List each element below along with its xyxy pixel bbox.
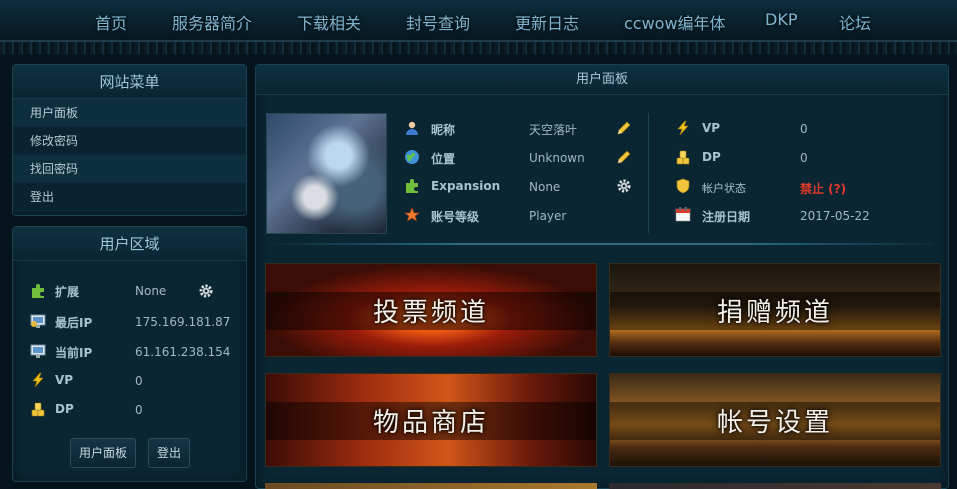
calendar-icon — [675, 207, 691, 222]
user-area-label-current-ip: 当前IP — [55, 346, 93, 360]
profile-label-expansion: Expansion — [431, 179, 501, 193]
vote-channel-label: 投票频道 — [372, 297, 489, 328]
coins-icon — [31, 402, 45, 417]
column-divider — [648, 113, 649, 233]
nav-changelog[interactable]: 更新日志 — [515, 10, 579, 34]
profile-value-vp: 0 — [800, 122, 808, 136]
edit-pencil-icon[interactable] — [616, 149, 632, 165]
user-area-value-last-ip: 175.169.181.87 — [135, 315, 231, 329]
nav-server-intro[interactable]: 服务器简介 — [172, 10, 252, 34]
partial-banner[interactable] — [265, 483, 597, 489]
donate-channel-label: 捐赠频道 — [716, 297, 833, 328]
profile-value-location: Unknown — [529, 151, 585, 165]
profile-value-expansion: None — [529, 180, 561, 194]
profile-label-location: 位置 — [431, 152, 456, 166]
decorative-strip — [0, 42, 957, 54]
puzzle-icon — [406, 179, 418, 193]
user-area-value-expansion: None — [135, 284, 167, 298]
nav-chronicle[interactable]: ccwow编年体 — [624, 10, 726, 34]
nav-forum[interactable]: 论坛 — [839, 10, 871, 34]
coins-icon — [676, 150, 690, 165]
item-shop-label: 物品商店 — [372, 407, 489, 438]
monitor-icon — [30, 344, 46, 358]
user-area-value-dp: 0 — [135, 403, 143, 417]
user-area-label-vp: VP — [55, 373, 74, 387]
lightning-icon — [677, 120, 689, 136]
puzzle-icon — [32, 284, 44, 298]
globe-icon — [405, 150, 419, 164]
user-area-value-vp: 0 — [135, 374, 143, 388]
site-menu-panel: 网站菜单 用户面板 修改密码 找回密码 登出 — [12, 64, 247, 216]
menu-item-logout[interactable]: 登出 — [13, 183, 246, 211]
user-icon — [406, 121, 418, 135]
user-area-value-current-ip: 61.161.238.154 — [135, 345, 231, 359]
user-area-title: 用户区域 — [13, 227, 246, 261]
account-settings-banner[interactable]: 帐号设置 — [609, 373, 941, 467]
profile-label-dp: DP — [702, 150, 721, 164]
profile-label-account-status: 帐户状态 — [702, 182, 746, 195]
account-settings-label: 帐号设置 — [716, 407, 833, 438]
donate-channel-banner[interactable]: 捐赠频道 — [609, 263, 941, 357]
top-navigation: 首页 服务器简介 下载相关 封号查询 更新日志 ccwow编年体 DKP 论坛 — [0, 0, 957, 42]
gear-icon[interactable] — [616, 178, 632, 194]
rank-star-icon — [404, 207, 420, 222]
site-menu-list: 用户面板 修改密码 找回密码 登出 — [13, 99, 246, 211]
profile-label-nickname: 昵称 — [431, 123, 456, 137]
profile-value-account-status[interactable]: 禁止 (?) — [800, 180, 846, 197]
nav-downloads[interactable]: 下载相关 — [297, 10, 361, 34]
menu-item-recover-password[interactable]: 找回密码 — [13, 155, 246, 183]
monitor-icon — [30, 314, 46, 328]
logout-button[interactable]: 登出 — [148, 438, 191, 468]
menu-item-change-password[interactable]: 修改密码 — [13, 127, 246, 155]
partial-banner[interactable] — [609, 483, 941, 489]
nav-ban-lookup[interactable]: 封号查询 — [406, 10, 470, 34]
shield-icon — [676, 178, 690, 194]
profile-value-nickname: 天空落叶 — [529, 123, 578, 137]
user-area-label-dp: DP — [55, 402, 74, 416]
lightning-icon — [32, 372, 44, 388]
menu-item-user-panel[interactable]: 用户面板 — [13, 99, 246, 127]
profile-label-account-level: 账号等级 — [431, 210, 480, 224]
user-area-label-last-ip: 最后IP — [55, 316, 93, 330]
gear-icon[interactable] — [198, 283, 214, 299]
profile-label-vp: VP — [702, 121, 721, 135]
profile-value-register-date: 2017-05-22 — [800, 209, 870, 223]
section-divider — [266, 243, 940, 245]
edit-pencil-icon[interactable] — [616, 120, 632, 136]
item-shop-banner[interactable]: 物品商店 — [265, 373, 597, 467]
profile-label-register-date: 注册日期 — [702, 210, 751, 224]
nav-dkp[interactable]: DKP — [765, 10, 797, 29]
site-menu-title: 网站菜单 — [13, 65, 246, 99]
user-area-label-expansion: 扩展 — [55, 285, 80, 299]
profile-value-account-level: Player — [529, 209, 567, 223]
avatar — [266, 113, 387, 234]
vote-channel-banner[interactable]: 投票频道 — [265, 263, 597, 357]
profile-value-dp: 0 — [800, 151, 808, 165]
user-panel-button[interactable]: 用户面板 — [70, 438, 137, 468]
nav-home[interactable]: 首页 — [95, 10, 127, 34]
user-panel-title: 用户面板 — [256, 65, 948, 95]
